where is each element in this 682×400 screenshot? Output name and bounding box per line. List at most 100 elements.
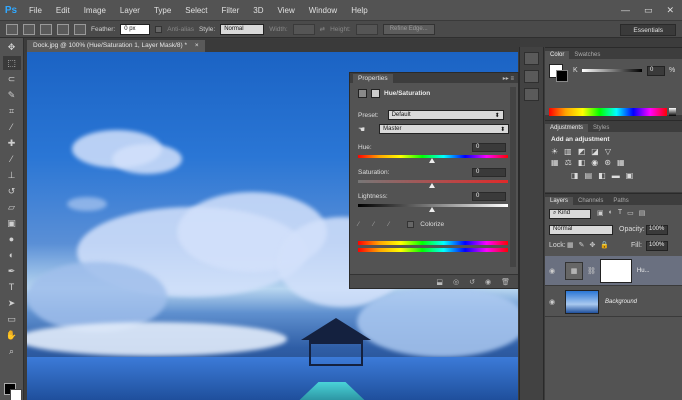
blend-mode-select[interactable]: Normal — [549, 225, 613, 235]
filter-type-icon[interactable]: T — [618, 209, 622, 217]
menu-window[interactable]: Window — [302, 6, 344, 15]
preset-select[interactable]: Default ⬍ — [387, 110, 504, 120]
posterize-icon[interactable]: ▤ — [585, 171, 593, 180]
targeted-adjustment-hand-icon[interactable]: ☚ — [358, 125, 365, 134]
menu-help[interactable]: Help — [344, 6, 374, 15]
history-brush-icon[interactable]: ↺ — [3, 184, 21, 198]
layer-row[interactable]: ◉ ▦ ⛓ Hu... — [545, 256, 682, 286]
eyedropper-plus-icon[interactable]: ⁄ — [373, 221, 374, 228]
lightness-slider-thumb[interactable] — [429, 207, 435, 212]
layer-filter-kind[interactable]: ⌕ Kind — [549, 209, 591, 219]
crop-tool-icon[interactable]: ⌗ — [3, 104, 21, 118]
filter-adjustment-icon[interactable]: ◐ — [609, 209, 613, 217]
zoom-tool-icon[interactable]: ⌕ — [3, 344, 21, 358]
height-field[interactable] — [355, 23, 378, 35]
layer-name[interactable]: Hu... — [637, 268, 650, 274]
background-thumbnail[interactable] — [565, 289, 599, 314]
opacity-field[interactable]: 100% — [646, 225, 668, 235]
lock-transparent-icon[interactable]: ▦ — [567, 241, 574, 249]
menu-edit[interactable]: Edit — [49, 6, 77, 15]
levels-icon[interactable]: ▥ — [564, 147, 572, 156]
minimize-icon[interactable]: — — [621, 5, 630, 16]
lasso-tool-icon[interactable]: ⊂ — [3, 72, 21, 86]
layer-name[interactable]: Background — [605, 299, 637, 305]
dodge-tool-icon[interactable]: ◐ — [3, 248, 21, 262]
layer-row[interactable]: ◉ Background — [545, 287, 682, 317]
menu-image[interactable]: Image — [77, 6, 113, 15]
history-panel-icon[interactable] — [524, 52, 539, 65]
hue-saturation-adj-icon[interactable]: ▦ — [551, 158, 559, 167]
swap-icon[interactable]: ⇄ — [320, 25, 325, 33]
menu-view[interactable]: View — [271, 6, 302, 15]
style-select[interactable]: Normal — [220, 23, 265, 35]
menu-file[interactable]: File — [22, 6, 49, 15]
layer-mask-thumbnail[interactable] — [599, 258, 632, 283]
info-panel-icon[interactable] — [524, 70, 539, 83]
shape-tool-icon[interactable]: ▭ — [3, 312, 21, 326]
intersect-selection-icon[interactable] — [74, 23, 86, 35]
healing-brush-icon[interactable]: ✚ — [3, 136, 21, 150]
pen-tool-icon[interactable]: ✒ — [3, 264, 21, 278]
channel-select[interactable]: Master ⬍ — [379, 124, 510, 134]
hue-slider-thumb[interactable] — [429, 158, 435, 163]
quick-select-tool-icon[interactable]: ✎ — [3, 88, 21, 102]
close-icon[interactable]: ✕ — [666, 5, 674, 16]
background-color-swatch[interactable] — [10, 389, 22, 400]
color-balance-icon[interactable]: ⚖ — [565, 158, 572, 167]
filter-smart-icon[interactable]: ▤ — [639, 209, 646, 217]
saturation-slider-thumb[interactable] — [429, 183, 435, 188]
k-value-field[interactable]: 0 — [647, 66, 665, 76]
eye-icon[interactable]: ◉ — [545, 267, 559, 275]
eraser-tool-icon[interactable]: ▱ — [3, 200, 21, 214]
eye-icon[interactable]: ◉ — [545, 298, 559, 306]
vibrance-icon[interactable]: ▽ — [605, 147, 611, 156]
fill-field[interactable]: 100% — [646, 241, 668, 251]
hue-value-field[interactable]: 0 — [472, 143, 506, 152]
visibility-icon[interactable]: ◉ — [485, 278, 491, 286]
antialias-checkbox[interactable] — [155, 25, 163, 33]
tab-paths[interactable]: Paths — [608, 197, 633, 205]
delete-icon[interactable]: 🗑 — [501, 278, 510, 286]
gradient-tool-icon[interactable]: ▣ — [3, 216, 21, 230]
move-tool-icon[interactable]: ✥ — [3, 40, 21, 54]
curves-icon[interactable]: ◩ — [578, 147, 586, 156]
view-previous-icon[interactable]: ◎ — [453, 278, 459, 286]
workspace-switcher[interactable]: Essentials — [620, 24, 676, 36]
link-icon[interactable]: ⛓ — [587, 267, 596, 275]
brightness-contrast-icon[interactable]: ☀ — [551, 147, 558, 156]
document-tab[interactable]: Dock.jpg @ 100% (Hue/Saturation 1, Layer… — [27, 40, 205, 52]
saturation-value-field[interactable]: 0 — [472, 168, 506, 177]
invert-icon[interactable]: ◨ — [571, 171, 579, 180]
feather-input[interactable]: 0 px — [120, 23, 151, 35]
properties-tab[interactable]: Properties — [353, 73, 393, 83]
width-field[interactable] — [292, 23, 315, 35]
k-slider[interactable] — [582, 69, 642, 72]
close-icon[interactable]: × — [195, 42, 199, 49]
adjustment-layer-thumbnail[interactable]: ▦ — [565, 261, 583, 280]
path-select-icon[interactable]: ➤ — [3, 296, 21, 310]
exposure-icon[interactable]: ◪ — [591, 147, 599, 156]
marquee-tool-icon[interactable]: ⬚ — [2, 56, 21, 70]
menu-filter[interactable]: Filter — [215, 6, 247, 15]
reset-icon[interactable]: ↺ — [469, 278, 475, 286]
lock-all-icon[interactable]: 🔒 — [600, 241, 609, 249]
lock-pixels-icon[interactable]: ✎ — [579, 241, 585, 249]
maximize-icon[interactable]: ▭ — [644, 5, 653, 16]
hand-tool-icon[interactable]: ✋ — [3, 328, 21, 342]
menu-select[interactable]: Select — [178, 6, 214, 15]
menu-type[interactable]: Type — [147, 6, 178, 15]
selective-color-icon[interactable]: ▣ — [626, 171, 634, 180]
tab-swatches[interactable]: Swatches — [569, 51, 605, 59]
new-selection-icon[interactable] — [23, 23, 35, 35]
subtract-selection-icon[interactable] — [57, 23, 69, 35]
layer-mask-icon[interactable] — [371, 88, 380, 98]
eyedropper-icon[interactable]: ⁄ — [358, 221, 359, 228]
properties-panel-icon[interactable] — [524, 88, 539, 101]
color-lookup-icon[interactable]: ▦ — [617, 158, 625, 167]
color-ramp[interactable] — [549, 108, 667, 116]
tab-layers[interactable]: Layers — [545, 197, 574, 205]
panel-menu-icon[interactable]: ▸▸ ≡ — [503, 75, 518, 82]
channel-mixer-icon[interactable]: ⊛ — [604, 158, 611, 167]
brush-tool-icon[interactable]: ⁄ — [3, 152, 21, 166]
lock-position-icon[interactable]: ✥ — [590, 241, 596, 249]
